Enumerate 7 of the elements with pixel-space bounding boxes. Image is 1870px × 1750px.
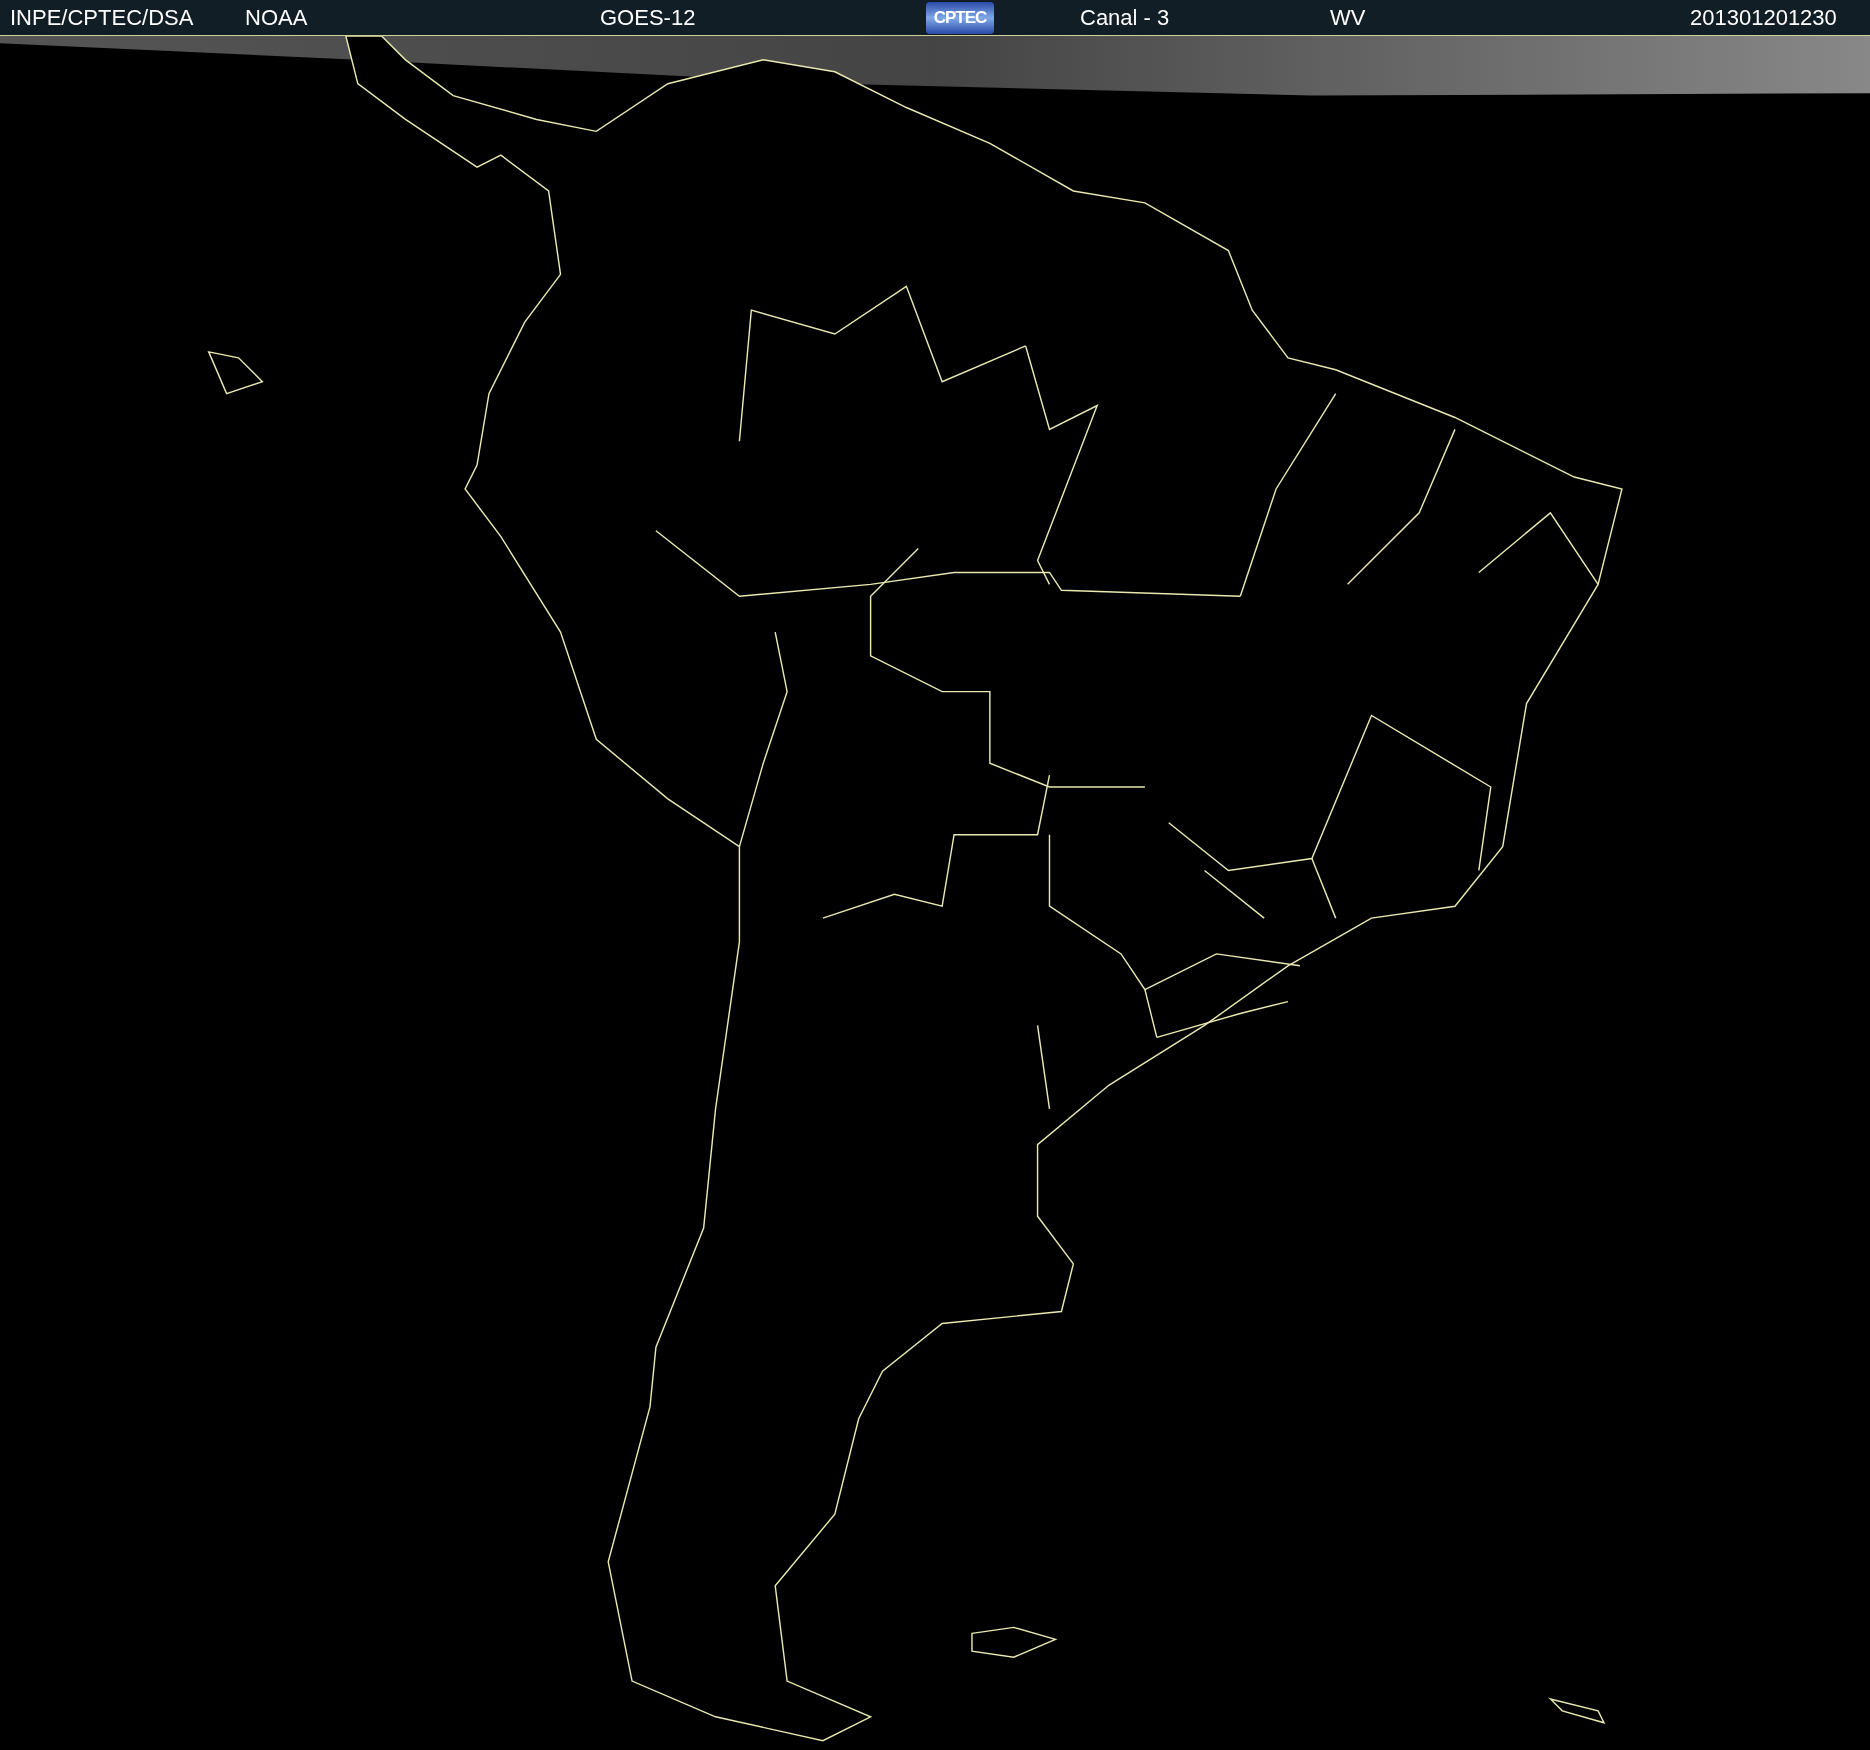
header-label: NOAA bbox=[245, 4, 308, 31]
header-label: 201301201230 bbox=[1690, 4, 1837, 31]
header-label: INPE/CPTEC/DSA bbox=[10, 4, 194, 31]
cptec-logo: CPTEC bbox=[926, 1, 994, 34]
header-label: Canal - 3 bbox=[1080, 4, 1170, 31]
header-label: WV bbox=[1330, 4, 1366, 31]
header-label: GOES-12 bbox=[600, 4, 696, 31]
